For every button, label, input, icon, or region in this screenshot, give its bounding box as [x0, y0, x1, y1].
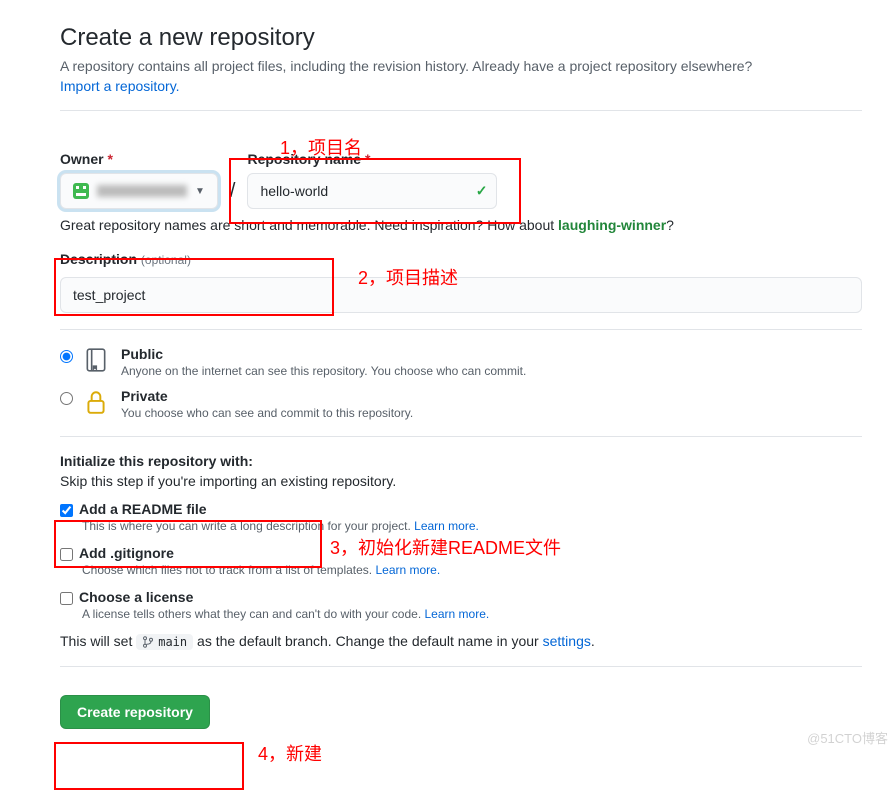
description-label: Description (optional): [60, 251, 862, 267]
owner-select[interactable]: ▼: [60, 173, 218, 209]
branch-note: This will set main as the default branch…: [60, 633, 862, 650]
license-desc: A license tells others what they can and…: [82, 607, 862, 621]
public-desc: Anyone on the internet can see this repo…: [121, 364, 526, 378]
owner-label: Owner *: [60, 151, 218, 167]
import-link[interactable]: Import a repository.: [60, 78, 180, 94]
annot-4: 4，新建: [258, 740, 322, 766]
repo-name-label: Repository name *: [247, 151, 497, 167]
avatar-icon: [73, 183, 89, 199]
license-checkbox[interactable]: [60, 592, 73, 605]
readme-checkbox[interactable]: [60, 504, 73, 517]
page-title: Create a new repository: [60, 24, 862, 52]
name-hint: Great repository names are short and mem…: [60, 217, 862, 233]
dropdown-caret-icon: ▼: [195, 186, 205, 197]
gitignore-checkbox[interactable]: [60, 548, 73, 561]
branch-icon: [142, 636, 154, 648]
init-title: Initialize this repository with:: [60, 453, 862, 469]
gitignore-learn-link[interactable]: Learn more.: [375, 563, 440, 577]
repo-icon: [83, 346, 111, 377]
private-title: Private: [121, 388, 413, 404]
suggestion-link[interactable]: laughing-winner: [558, 217, 666, 233]
create-repository-button[interactable]: Create repository: [60, 695, 210, 729]
license-title: Choose a license: [79, 589, 193, 605]
lock-icon: [83, 388, 111, 419]
init-sub: Skip this step if you're importing an ex…: [60, 473, 862, 489]
divider: [60, 110, 862, 111]
private-radio[interactable]: [60, 392, 73, 405]
divider: [60, 666, 862, 667]
readme-title: Add a README file: [79, 501, 207, 517]
public-radio[interactable]: [60, 350, 73, 363]
branch-tag: main: [136, 634, 193, 650]
public-title: Public: [121, 346, 526, 362]
readme-learn-link[interactable]: Learn more.: [414, 519, 479, 533]
slash-separator: /: [226, 180, 240, 209]
owner-name: [97, 185, 187, 197]
readme-desc: This is where you can write a long descr…: [82, 519, 862, 533]
settings-link[interactable]: settings: [543, 633, 591, 649]
repo-name-input[interactable]: [247, 173, 497, 209]
page-subtitle: A repository contains all project files,…: [60, 58, 862, 74]
check-icon: ✓: [476, 183, 488, 200]
divider: [60, 329, 862, 330]
gitignore-desc: Choose which files not to track from a l…: [82, 563, 862, 577]
watermark: @51CTO博客: [807, 728, 888, 747]
gitignore-title: Add .gitignore: [79, 545, 174, 561]
license-learn-link[interactable]: Learn more.: [425, 607, 490, 621]
divider: [60, 436, 862, 437]
description-input[interactable]: [60, 277, 862, 313]
private-desc: You choose who can see and commit to thi…: [121, 406, 413, 420]
